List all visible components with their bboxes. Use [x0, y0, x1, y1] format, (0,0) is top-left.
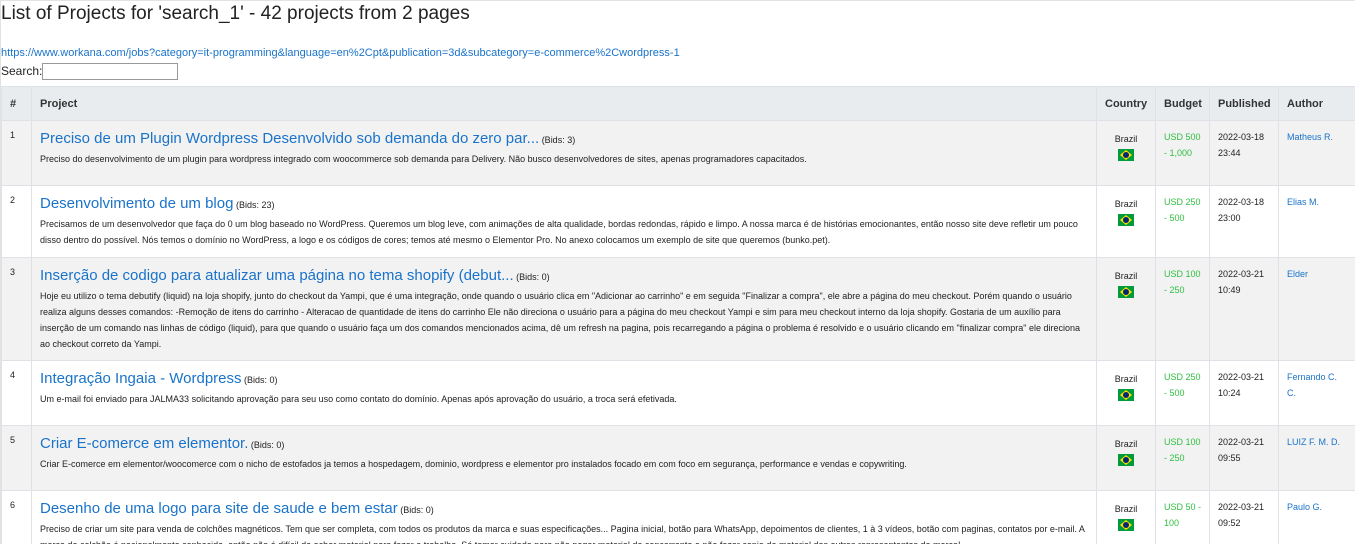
- search-row: Search:: [1, 62, 1355, 80]
- published-date: 2022-03-21 09:52: [1209, 490, 1279, 544]
- header-budget[interactable]: Budget: [1155, 86, 1210, 121]
- author-link[interactable]: Fernando C. C.: [1287, 372, 1337, 398]
- bids-count: (Bids: 0): [244, 375, 278, 385]
- brazil-flag-icon: [1118, 214, 1134, 226]
- bids-count: (Bids: 0): [250, 440, 285, 450]
- author-link[interactable]: Matheus R.: [1287, 132, 1333, 142]
- bids-count: (Bids: 0): [400, 505, 434, 515]
- bids-count: (Bids: 3): [541, 135, 576, 145]
- author-cell: Elder: [1278, 257, 1355, 361]
- published-date: 2022-03-21 10:49: [1209, 257, 1279, 361]
- published-date: 2022-03-18 23:44: [1209, 120, 1279, 186]
- project-description: Preciso de criar um site para venda de c…: [40, 524, 1085, 544]
- country-cell: Brazil: [1096, 120, 1156, 186]
- budget: USD 50 - 100: [1155, 490, 1210, 544]
- project-title-link[interactable]: Desenho de uma logo para site de saude e…: [40, 500, 398, 517]
- country-name: Brazil: [1114, 134, 1138, 144]
- country-cell: Brazil: [1096, 490, 1156, 544]
- country-cell: Brazil: [1096, 185, 1156, 258]
- project-title-link[interactable]: Desenvolvimento de um blog: [40, 195, 233, 212]
- brazil-flag-icon: [1118, 286, 1134, 298]
- row-number: 6: [1, 490, 32, 544]
- source-url-link[interactable]: https://www.workana.com/jobs?category=it…: [1, 46, 1355, 60]
- author-cell: Elias M.: [1278, 185, 1355, 258]
- project-description: Um e-mail foi enviado para JALMA33 solic…: [40, 394, 677, 404]
- header-num[interactable]: #: [1, 86, 32, 121]
- published-date: 2022-03-21 10:24: [1209, 360, 1279, 426]
- table-row: 4 Integração Ingaia - Wordpress (Bids: 0…: [1, 360, 1355, 426]
- table-row: 3 Inserção de codigo para atualizar uma …: [1, 257, 1355, 361]
- project-title-link[interactable]: Preciso de um Plugin Wordpress Desenvolv…: [40, 130, 539, 147]
- row-number: 3: [1, 257, 32, 361]
- project-description: Hoje eu utilizo o tema debutify (liquid)…: [40, 291, 1081, 349]
- row-number: 4: [1, 360, 32, 426]
- author-link[interactable]: Paulo G.: [1287, 502, 1322, 512]
- header-project[interactable]: Project: [31, 86, 1097, 121]
- header-author[interactable]: Author: [1278, 86, 1355, 121]
- budget: USD 100 - 250: [1155, 257, 1210, 361]
- project-cell: Criar E-comerce em elementor. (Bids: 0) …: [31, 425, 1097, 491]
- table-header-row: # Project Country Budget Published Autho…: [1, 86, 1355, 121]
- table-row: 6 Desenho de uma logo para site de saude…: [1, 490, 1355, 544]
- search-input[interactable]: [42, 62, 179, 80]
- project-cell: Integração Ingaia - Wordpress (Bids: 0) …: [31, 360, 1097, 426]
- project-cell: Desenho de uma logo para site de saude e…: [31, 490, 1097, 544]
- project-cell: Desenvolvimento de um blog (Bids: 23) Pr…: [31, 185, 1097, 258]
- table-row: 2 Desenvolvimento de um blog (Bids: 23) …: [1, 185, 1355, 258]
- brazil-flag-icon: [1118, 454, 1134, 466]
- page: List of Projects for 'search_1' - 42 pro…: [0, 0, 1355, 544]
- country-name: Brazil: [1114, 374, 1138, 384]
- bids-count: (Bids: 0): [516, 272, 550, 282]
- project-title-link[interactable]: Integração Ingaia - Wordpress: [40, 370, 242, 387]
- author-cell: Matheus R.: [1278, 120, 1355, 186]
- project-title-link[interactable]: Inserção de codigo para atualizar uma pá…: [40, 267, 514, 284]
- row-number: 1: [1, 120, 32, 186]
- author-link[interactable]: Elias M.: [1287, 197, 1319, 207]
- project-title-link[interactable]: Criar E-comerce em elementor.: [40, 435, 248, 452]
- projects-table: # Project Country Budget Published Autho…: [1, 86, 1355, 544]
- project-cell: Inserção de codigo para atualizar uma pá…: [31, 257, 1097, 361]
- table-row: 5 Criar E-comerce em elementor. (Bids: 0…: [1, 425, 1355, 491]
- author-link[interactable]: Elder: [1287, 269, 1308, 279]
- search-label: Search:: [1, 64, 43, 78]
- budget: USD 100 - 250: [1155, 425, 1210, 491]
- header-published[interactable]: Published: [1209, 86, 1279, 121]
- author-link[interactable]: LUIZ F. M. D.: [1287, 437, 1340, 447]
- project-cell: Preciso de um Plugin Wordpress Desenvolv…: [31, 120, 1097, 186]
- budget: USD 250 - 500: [1155, 360, 1210, 426]
- country-cell: Brazil: [1096, 257, 1156, 361]
- brazil-flag-icon: [1118, 519, 1134, 531]
- row-number: 5: [1, 425, 32, 491]
- country-name: Brazil: [1114, 271, 1138, 281]
- author-cell: LUIZ F. M. D.: [1278, 425, 1355, 491]
- brazil-flag-icon: [1118, 389, 1134, 401]
- budget: USD 250 - 500: [1155, 185, 1210, 258]
- project-description: Precisamos de um desenvolvedor que faça …: [40, 219, 1078, 245]
- header-country[interactable]: Country: [1096, 86, 1156, 121]
- row-number: 2: [1, 185, 32, 258]
- published-date: 2022-03-18 23:00: [1209, 185, 1279, 258]
- country-cell: Brazil: [1096, 425, 1156, 491]
- author-cell: Paulo G.: [1278, 490, 1355, 544]
- project-description: Preciso do desenvolvimento de um plugin …: [40, 154, 807, 164]
- table-row: 1 Preciso de um Plugin Wordpress Desenvo…: [1, 120, 1355, 186]
- country-name: Brazil: [1114, 199, 1138, 209]
- author-cell: Fernando C. C.: [1278, 360, 1355, 426]
- country-name: Brazil: [1114, 439, 1138, 449]
- brazil-flag-icon: [1118, 149, 1134, 161]
- page-title: List of Projects for 'search_1' - 42 pro…: [1, 3, 470, 24]
- published-date: 2022-03-21 09:55: [1209, 425, 1279, 491]
- country-cell: Brazil: [1096, 360, 1156, 426]
- bids-count: (Bids: 23): [235, 200, 275, 210]
- country-name: Brazil: [1114, 504, 1138, 514]
- project-description: Criar E-comerce em elementor/woocomerce …: [40, 459, 907, 469]
- budget: USD 500 - 1,000: [1155, 120, 1210, 186]
